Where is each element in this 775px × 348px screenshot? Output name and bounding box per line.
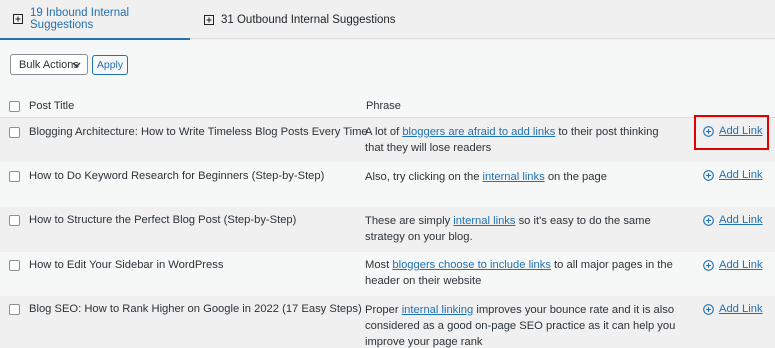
- suggestion-tabs: 19 Inbound Internal Suggestions 31 Outbo…: [0, 0, 775, 40]
- phrase-text: Proper internal linking improves your bo…: [365, 304, 676, 348]
- column-header-phrase: Phrase: [366, 100, 401, 112]
- phrase-link[interactable]: bloggers choose to include links: [392, 259, 551, 271]
- add-link-button[interactable]: Add Link: [703, 169, 763, 181]
- tab-outbound-suggestions[interactable]: 31 Outbound Internal Suggestions: [204, 0, 396, 39]
- phrase-link[interactable]: bloggers are afraid to add links: [402, 126, 555, 138]
- add-link-label: Add Link: [719, 214, 763, 226]
- table-row: Blogging Architecture: How to Write Time…: [0, 117, 775, 162]
- phrase-text: A lot of bloggers are afraid to add link…: [365, 126, 659, 154]
- table-row: How to Edit Your Sidebar in WordPress Mo…: [0, 252, 775, 296]
- table-row: Blog SEO: How to Rank Higher on Google i…: [0, 296, 775, 348]
- add-link-label: Add Link: [719, 259, 763, 271]
- table-row: How to Structure the Perfect Blog Post (…: [0, 207, 775, 252]
- phrase-text: Most bloggers choose to include links to…: [365, 259, 673, 287]
- phrase-text: These are simply internal links so it's …: [365, 215, 651, 243]
- row-checkbox[interactable]: [9, 127, 20, 138]
- bulk-actions-select[interactable]: Bulk Actions: [10, 54, 88, 75]
- add-link-label: Add Link: [719, 169, 763, 181]
- row-checkbox[interactable]: [9, 171, 20, 182]
- apply-button[interactable]: Apply: [92, 55, 128, 75]
- bulk-actions-label: Bulk Actions: [19, 58, 79, 71]
- plus-circle-icon: [703, 169, 714, 181]
- add-link-label: Add Link: [719, 303, 763, 315]
- table-row: How to Do Keyword Research for Beginners…: [0, 162, 775, 207]
- highlight-box: [694, 115, 769, 150]
- column-header-post-title: Post Title: [29, 100, 75, 112]
- collapse-square-icon: [13, 14, 23, 24]
- phrase-text: Also, try clicking on the internal links…: [365, 171, 607, 183]
- plus-circle-icon: [703, 303, 714, 315]
- phrase-link[interactable]: internal links: [483, 171, 545, 183]
- add-link-button[interactable]: Add Link: [703, 214, 763, 226]
- select-all-checkbox[interactable]: [9, 101, 20, 112]
- row-checkbox[interactable]: [9, 260, 20, 271]
- add-link-button[interactable]: Add Link: [703, 259, 763, 271]
- row-checkbox[interactable]: [9, 215, 20, 226]
- tab-label: 19 Inbound Internal Suggestions: [30, 7, 130, 31]
- post-title: Blogging Architecture: How to Write Time…: [29, 126, 368, 138]
- post-title: Blog SEO: How to Rank Higher on Google i…: [29, 303, 362, 315]
- post-title: How to Structure the Perfect Blog Post (…: [29, 214, 297, 226]
- phrase-link[interactable]: internal linking: [402, 304, 474, 316]
- plus-circle-icon: [703, 214, 714, 226]
- row-checkbox[interactable]: [9, 304, 20, 315]
- plus-circle-icon: [703, 259, 714, 271]
- add-link-button[interactable]: Add Link: [703, 303, 763, 315]
- tab-label: 31 Outbound Internal Suggestions: [221, 13, 396, 26]
- expand-square-icon: [204, 14, 214, 25]
- tab-inbound-suggestions[interactable]: 19 Inbound Internal Suggestions: [0, 0, 190, 40]
- phrase-link[interactable]: internal links: [453, 215, 515, 227]
- post-title: How to Edit Your Sidebar in WordPress: [29, 259, 224, 271]
- post-title: How to Do Keyword Research for Beginners…: [29, 170, 325, 182]
- chevron-down-icon: [72, 60, 81, 72]
